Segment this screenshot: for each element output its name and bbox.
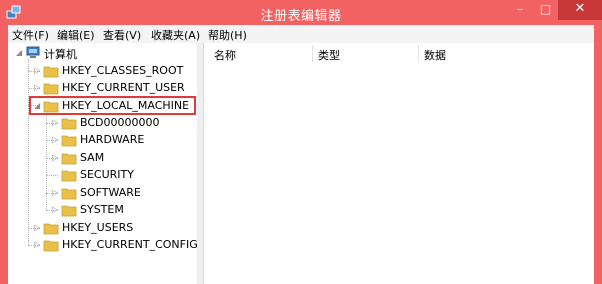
menu-favorites[interactable]: 收藏夹(A) xyxy=(151,27,200,43)
tree-node-software[interactable]: ▷ SOFTWARE xyxy=(8,185,197,201)
tree-label: SAM xyxy=(80,151,105,164)
folder-icon xyxy=(61,170,77,182)
expand-arrow-icon[interactable]: ▷ xyxy=(34,222,42,234)
column-header-data[interactable]: 数据 xyxy=(424,47,446,63)
tree-node-hkey-current-config[interactable]: ▷ HKEY_CURRENT_CONFIG xyxy=(8,237,198,253)
tree-label: 计算机 xyxy=(44,48,77,61)
folder-icon xyxy=(43,66,59,78)
collapse-arrow-icon[interactable]: ◢ xyxy=(16,47,24,59)
registry-tree[interactable]: ◢ 计算机 ▷ HKEY_CLASSES_ROOT ▷ HKEY_CURRENT… xyxy=(8,43,198,284)
menu-view[interactable]: 查看(V) xyxy=(103,27,141,43)
registry-editor-window: 注册表编辑器 – □ ✕ 文件(F) 编辑(E) 查看(V) 收藏夹(A) 帮助… xyxy=(0,0,602,284)
title-bar[interactable]: 注册表编辑器 – □ ✕ xyxy=(0,0,602,25)
content-area: ◢ 计算机 ▷ HKEY_CLASSES_ROOT ▷ HKEY_CURRENT… xyxy=(8,43,594,284)
close-button[interactable]: ✕ xyxy=(558,0,602,20)
tree-label: HKEY_USERS xyxy=(62,221,134,234)
tree-label: HARDWARE xyxy=(80,133,145,146)
pane-splitter[interactable] xyxy=(197,43,204,284)
folder-icon xyxy=(61,135,77,147)
expand-arrow-icon[interactable]: ▷ xyxy=(52,152,60,164)
expand-arrow-icon[interactable]: ▷ xyxy=(34,239,42,251)
tree-node-security[interactable]: SECURITY xyxy=(8,167,197,183)
column-header-type[interactable]: 类型 xyxy=(318,47,340,63)
tree-node-bcd00000000[interactable]: ▷ BCD00000000 xyxy=(8,115,197,131)
minimize-button[interactable]: – xyxy=(507,0,533,20)
folder-icon xyxy=(43,223,59,235)
menu-file[interactable]: 文件(F) xyxy=(12,27,49,43)
expand-arrow-icon[interactable]: ▷ xyxy=(34,65,42,77)
folder-icon xyxy=(61,205,77,217)
folder-icon xyxy=(43,83,59,95)
folder-icon xyxy=(43,240,59,252)
expand-arrow-icon[interactable]: ▷ xyxy=(52,117,60,129)
column-separator[interactable] xyxy=(312,45,313,62)
values-list[interactable]: 名称 类型 数据 xyxy=(204,43,594,284)
maximize-button[interactable]: □ xyxy=(533,0,558,20)
expand-arrow-icon[interactable]: ▷ xyxy=(52,204,60,216)
folder-icon xyxy=(61,153,77,165)
tree-node-hkey-current-user[interactable]: ▷ HKEY_CURRENT_USER xyxy=(8,80,197,96)
tree-label: SECURITY xyxy=(80,168,134,181)
menu-edit[interactable]: 编辑(E) xyxy=(57,27,95,43)
column-header-name[interactable]: 名称 xyxy=(214,47,236,63)
tree-node-sam[interactable]: ▷ SAM xyxy=(8,150,197,166)
tree-node-system[interactable]: ▷ SYSTEM xyxy=(8,202,197,218)
expand-arrow-icon[interactable]: ▷ xyxy=(52,134,60,146)
tree-node-hardware[interactable]: ▷ HARDWARE xyxy=(8,132,197,148)
tree-node-hkey-users[interactable]: ▷ HKEY_USERS xyxy=(8,220,197,236)
computer-icon xyxy=(26,46,40,58)
expand-arrow-icon[interactable]: ▷ xyxy=(52,187,60,199)
tree-label: HKEY_CLASSES_ROOT xyxy=(62,64,184,77)
menu-help[interactable]: 帮助(H) xyxy=(208,27,247,43)
folder-icon xyxy=(61,188,77,200)
tree-label: SOFTWARE xyxy=(80,186,141,199)
tree-label: SYSTEM xyxy=(80,203,124,216)
tree-node-hkey-classes-root[interactable]: ▷ HKEY_CLASSES_ROOT xyxy=(8,63,197,79)
highlight-box xyxy=(29,96,196,115)
column-separator[interactable] xyxy=(418,45,419,62)
tree-label: HKEY_CURRENT_USER xyxy=(62,81,185,94)
tree-node-computer[interactable]: ◢ 计算机 xyxy=(8,45,197,61)
tree-label: BCD00000000 xyxy=(80,116,160,129)
menu-bar: 文件(F) 编辑(E) 查看(V) 收藏夹(A) 帮助(H) xyxy=(8,25,594,43)
folder-icon xyxy=(61,118,77,130)
expand-arrow-icon[interactable]: ▷ xyxy=(34,82,42,94)
tree-label: HKEY_CURRENT_CONFIG xyxy=(62,238,198,251)
